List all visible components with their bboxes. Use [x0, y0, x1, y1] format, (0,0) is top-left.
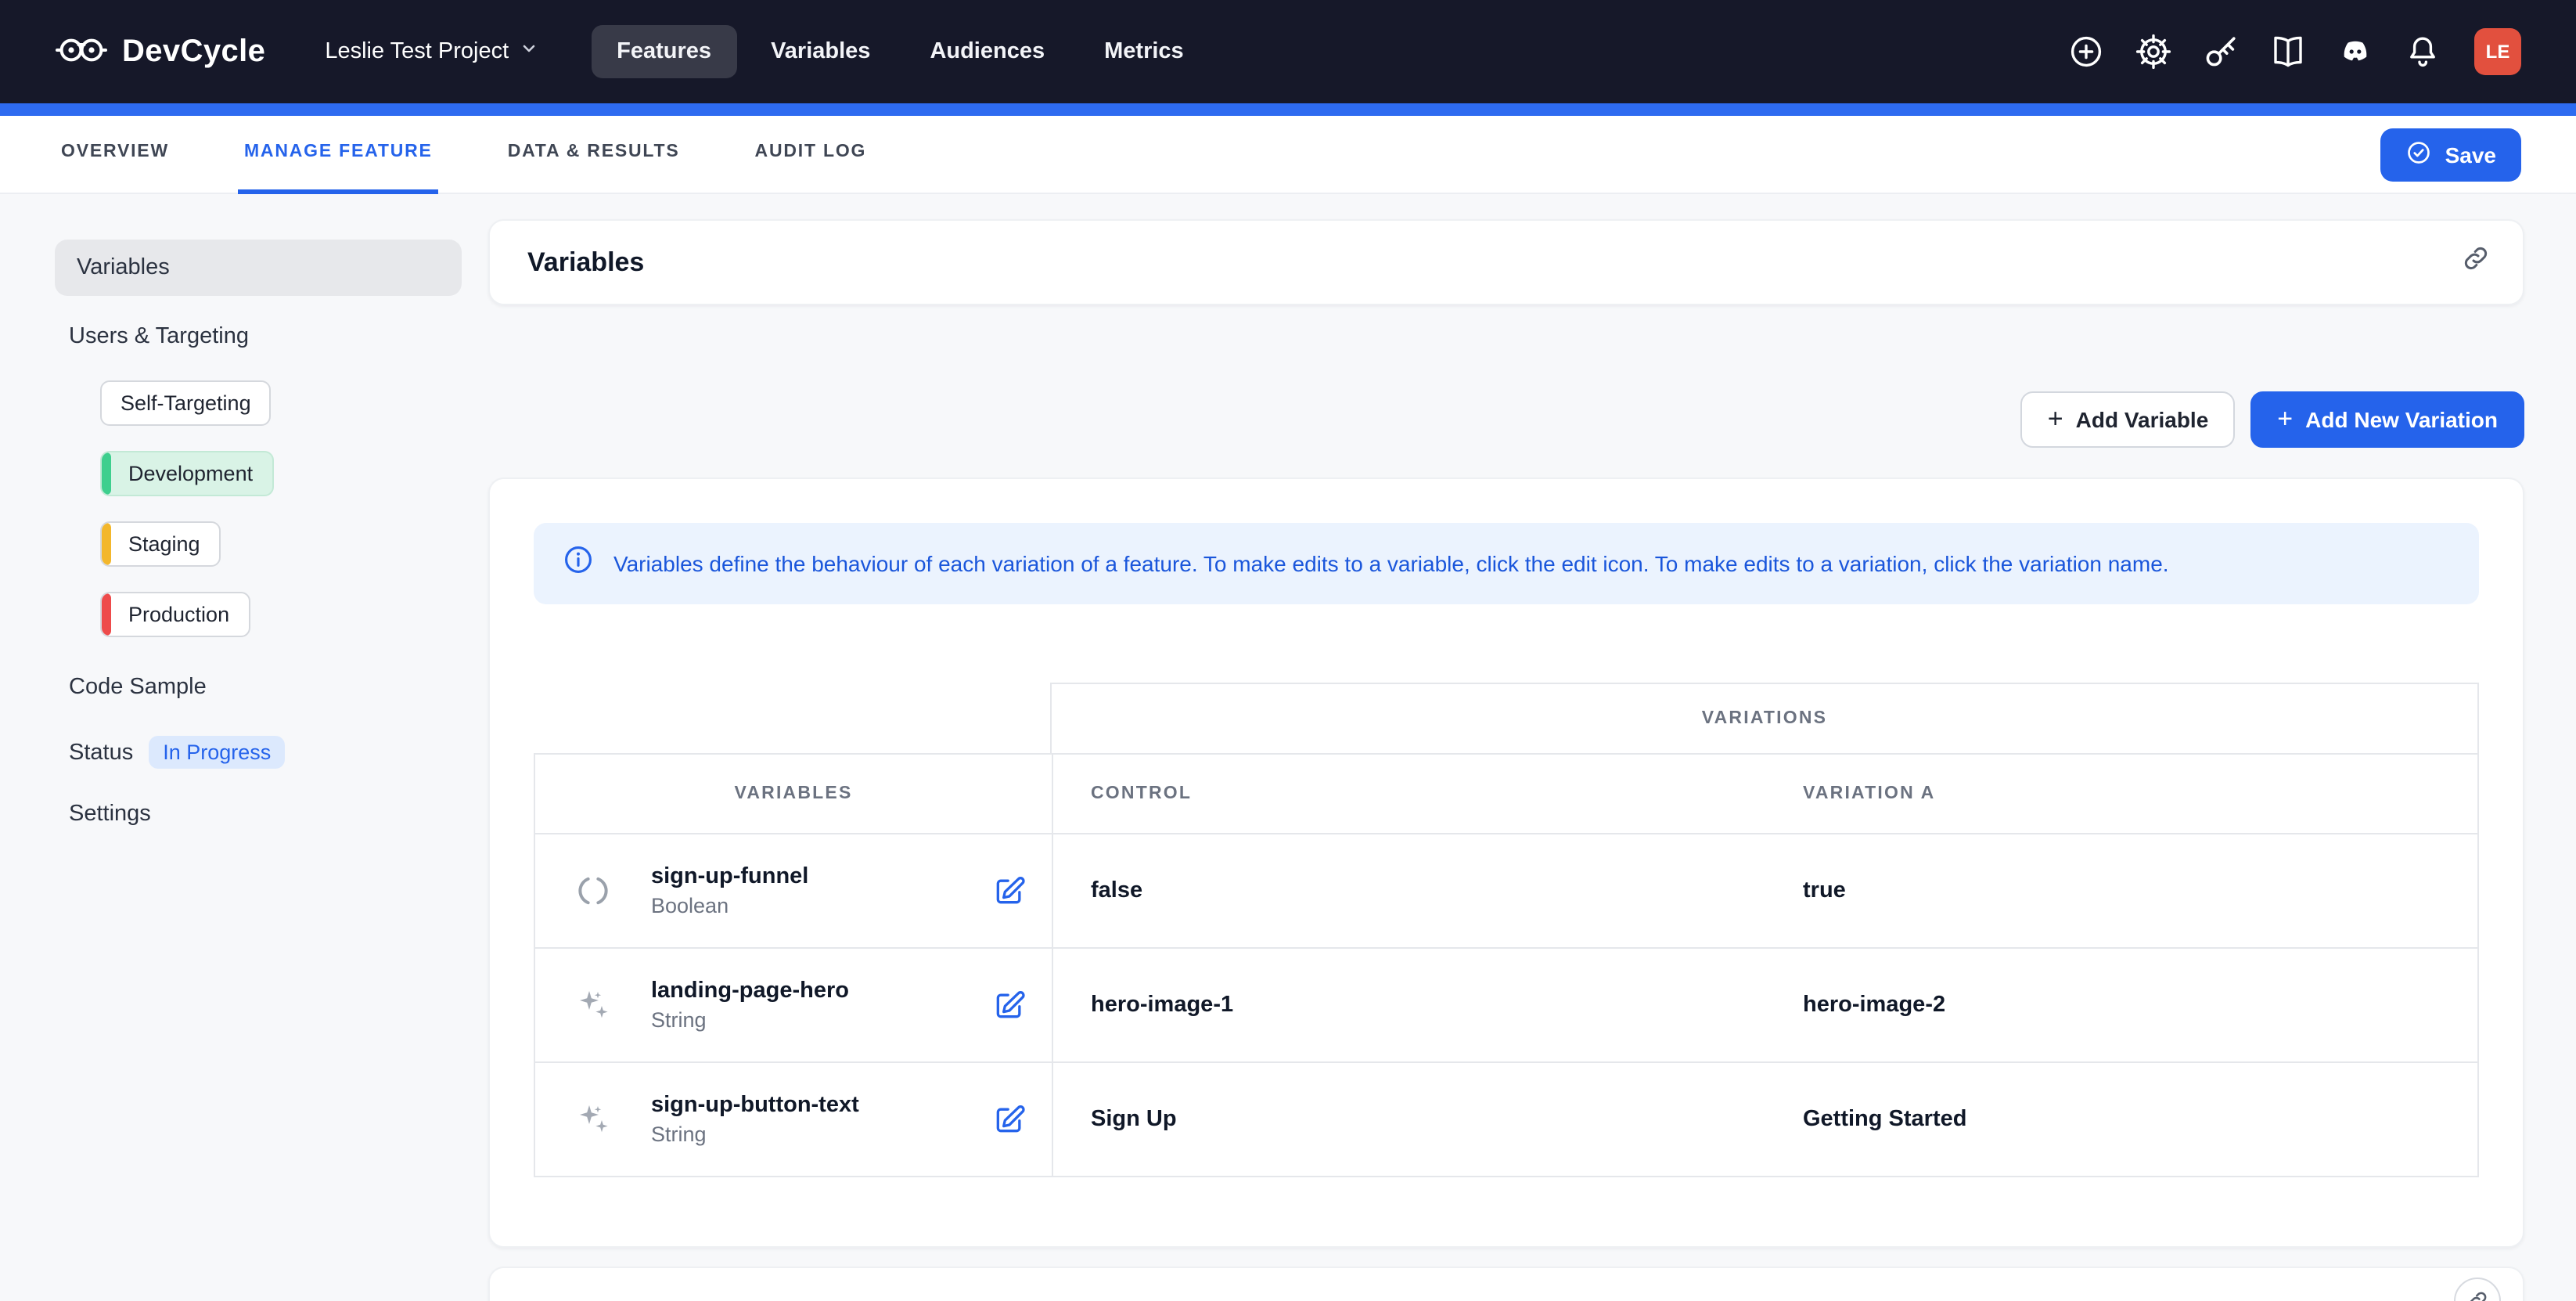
- sparkles-icon: [535, 1063, 651, 1176]
- edit-icon[interactable]: [992, 874, 1027, 908]
- tab-audit-log[interactable]: AUDIT LOG: [749, 115, 873, 193]
- link-icon[interactable]: [2454, 1278, 2501, 1301]
- variation-a-value: true: [1765, 834, 2477, 947]
- table-group-row: VARIATIONS: [534, 683, 2479, 753]
- check-circle-icon: [2406, 139, 2433, 170]
- brand-name: DevCycle: [122, 34, 265, 70]
- project-selector-label: Leslie Test Project: [325, 39, 509, 64]
- add-new-variation-label: Add New Variation: [2305, 407, 2498, 432]
- sidebar-item-settings[interactable]: Settings: [55, 795, 462, 833]
- feature-tabbar: OVERVIEW MANAGE FEATURE DATA & RESULTS A…: [0, 116, 2576, 194]
- project-selector[interactable]: Leslie Test Project: [325, 39, 538, 64]
- edit-icon[interactable]: [992, 1102, 1027, 1137]
- gear-icon[interactable]: [2133, 31, 2174, 72]
- user-avatar[interactable]: LE: [2474, 28, 2521, 75]
- app-root: DevCycle Leslie Test Project Features Va…: [0, 0, 2576, 1301]
- page-title: Variables: [527, 247, 644, 278]
- variation-a-value: Getting Started: [1765, 1063, 2477, 1176]
- sidebar-item-variables[interactable]: Variables: [55, 240, 462, 296]
- table-row: sign-up-button-text String Sign Up Getti…: [534, 1063, 2479, 1177]
- control-value: false: [1052, 834, 1765, 947]
- top-navbar: DevCycle Leslie Test Project Features Va…: [0, 0, 2576, 103]
- variables-table: VARIATIONS VARIABLES CONTROL VARIATION A: [534, 683, 2479, 1177]
- plus-icon: +: [2277, 405, 2293, 432]
- devcycle-logo-icon: [55, 29, 108, 74]
- nav-item-audiences[interactable]: Audiences: [905, 25, 1070, 78]
- edit-icon[interactable]: [992, 988, 1027, 1022]
- sidebar-item-users-targeting[interactable]: Users & Targeting: [55, 318, 462, 355]
- section-header-card: Variables: [488, 219, 2524, 305]
- chip-staging[interactable]: Staging: [100, 521, 221, 567]
- info-icon: [562, 543, 595, 584]
- book-icon[interactable]: [2268, 31, 2308, 72]
- save-button[interactable]: Save: [2381, 128, 2521, 181]
- variables-panel: Variables define the behaviour of each v…: [488, 478, 2524, 1248]
- chevron-down-icon: [520, 39, 538, 64]
- variable-cell: landing-page-hero String: [651, 949, 1052, 1061]
- progress-strip: [0, 103, 2576, 116]
- group-spacer: [534, 683, 1050, 753]
- status-label: Status: [69, 740, 133, 765]
- plus-icon: +: [2048, 405, 2063, 432]
- variations-group-header: VARIATIONS: [1050, 683, 2479, 753]
- nav-item-metrics[interactable]: Metrics: [1079, 25, 1209, 78]
- feature-sidebar: Variables Users & Targeting Self-Targeti…: [55, 219, 462, 1301]
- plus-circle-icon[interactable]: [2066, 31, 2106, 72]
- chip-production[interactable]: Production: [100, 592, 250, 637]
- variable-cell: sign-up-button-text String: [651, 1063, 1052, 1176]
- bell-icon[interactable]: [2402, 31, 2443, 72]
- brand[interactable]: DevCycle: [55, 29, 265, 74]
- boolean-icon: [535, 834, 651, 947]
- add-variable-label: Add Variable: [2076, 407, 2209, 432]
- control-value: hero-image-1: [1052, 949, 1765, 1061]
- table-header-row: VARIABLES CONTROL VARIATION A: [534, 753, 2479, 834]
- nav-item-features[interactable]: Features: [592, 25, 736, 78]
- table-row: sign-up-funnel Boolean false true: [534, 834, 2479, 949]
- chip-development[interactable]: Development: [100, 451, 273, 496]
- nav-item-variables[interactable]: Variables: [746, 25, 895, 78]
- add-variable-button[interactable]: + Add Variable: [2021, 391, 2236, 448]
- sidebar-item-status[interactable]: Status In Progress: [55, 736, 462, 769]
- tab-data-results[interactable]: DATA & RESULTS: [502, 115, 686, 193]
- targeting-group: Self-Targeting Development Staging Produ…: [55, 355, 462, 637]
- control-value: Sign Up: [1052, 1063, 1765, 1176]
- discord-icon[interactable]: [2335, 31, 2376, 72]
- variations-group-label: VARIATIONS: [1702, 709, 1827, 728]
- add-new-variation-button[interactable]: + Add New Variation: [2250, 391, 2524, 448]
- content-area: Variables Users & Targeting Self-Targeti…: [0, 194, 2576, 1301]
- next-section-card: [488, 1267, 2524, 1301]
- sparkles-icon: [535, 949, 651, 1061]
- chip-self-targeting[interactable]: Self-Targeting: [100, 380, 272, 426]
- tab-manage-feature[interactable]: MANAGE FEATURE: [238, 115, 439, 193]
- save-button-label: Save: [2445, 142, 2496, 167]
- key-icon[interactable]: [2200, 31, 2241, 72]
- actions-row: + Add Variable + Add New Variation: [488, 391, 2524, 448]
- main-column: Variables + Add Variable + Add New Varia…: [488, 219, 2524, 1301]
- table-row: landing-page-hero String hero-image-1 he…: [534, 949, 2479, 1063]
- column-header-variables: VARIABLES: [535, 755, 1052, 833]
- column-header-control: CONTROL: [1052, 755, 1765, 833]
- info-alert: Variables define the behaviour of each v…: [534, 523, 2479, 604]
- primary-nav: Features Variables Audiences Metrics: [592, 25, 1209, 78]
- link-icon[interactable]: [2460, 243, 2491, 282]
- sidebar-item-code-sample[interactable]: Code Sample: [55, 669, 462, 706]
- column-header-variation-a: VARIATION A: [1765, 755, 2477, 833]
- variable-cell: sign-up-funnel Boolean: [651, 834, 1052, 947]
- status-badge: In Progress: [149, 736, 285, 769]
- tab-overview[interactable]: OVERVIEW: [55, 115, 175, 193]
- info-alert-text: Variables define the behaviour of each v…: [613, 551, 2169, 576]
- variation-a-value: hero-image-2: [1765, 949, 2477, 1061]
